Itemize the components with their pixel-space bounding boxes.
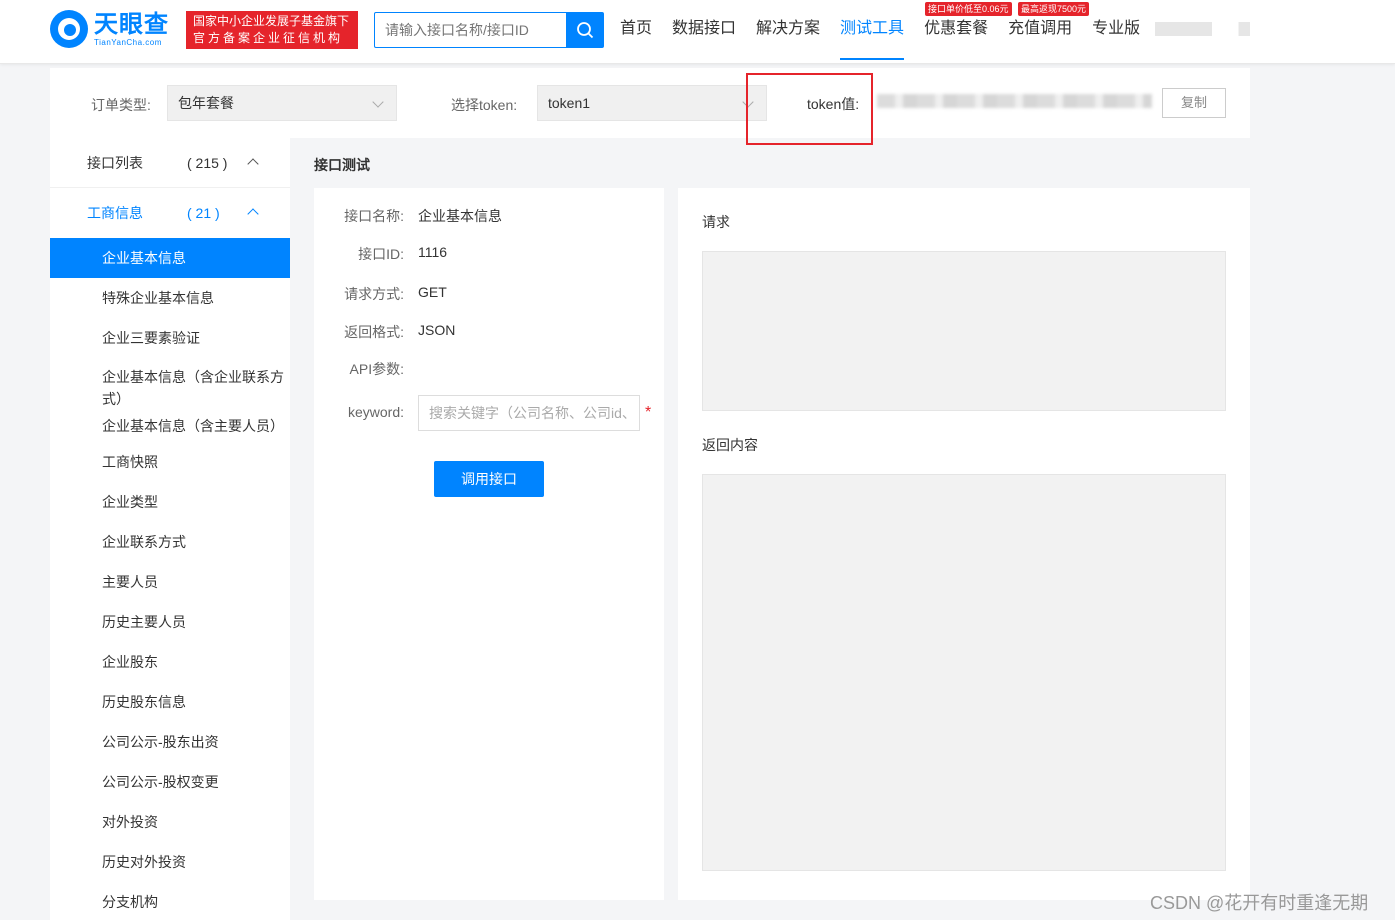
chevron-up-icon: [247, 158, 259, 170]
cashback-tag: 最高返现7500元: [1018, 2, 1090, 16]
logo-text: 天眼查: [94, 10, 169, 38]
field-label-id: 接口ID:: [358, 246, 404, 262]
field-label-params: API参数:: [349, 361, 404, 377]
nav-pro[interactable]: 专业版: [1092, 0, 1140, 60]
chevron-up-icon: [247, 208, 259, 220]
sidebar-item[interactable]: 主要人员: [50, 562, 290, 602]
group-count: ( 21 ): [187, 205, 220, 221]
group-label: 工商信息: [87, 205, 143, 221]
order-type-label: 订单类型:: [91, 97, 151, 113]
sidebar-item[interactable]: 历史股东信息: [50, 682, 290, 722]
tianyancha-logo[interactable]: 天眼查 TianYanCha.com: [50, 10, 169, 48]
token-select-value: token1: [548, 95, 591, 111]
sidebar-item[interactable]: 企业股东: [50, 642, 290, 682]
nav-solutions[interactable]: 解决方案: [756, 0, 820, 60]
sidebar-item[interactable]: 企业类型: [50, 482, 290, 522]
sidebar-item[interactable]: 工商快照: [50, 442, 290, 482]
search-box: [374, 12, 604, 48]
required-mark: *: [645, 404, 652, 421]
sidebar-item[interactable]: 公司公示-股权变更: [50, 762, 290, 802]
user-account-blurred[interactable]: [1155, 22, 1250, 36]
token-select-label: 选择token:: [451, 97, 518, 113]
sidebar-item[interactable]: 特殊企业基本信息: [50, 278, 290, 318]
sidebar-item[interactable]: 企业基本信息（含主要人员）: [50, 411, 290, 442]
response-label: 返回内容: [702, 437, 758, 453]
sidebar-item[interactable]: 企业基本信息: [50, 238, 290, 278]
section-title: 接口测试: [314, 157, 370, 173]
group-label: 接口列表: [87, 155, 143, 171]
sidebar-item[interactable]: 企业三要素验证: [50, 318, 290, 358]
sidebar-item[interactable]: 历史对外投资: [50, 842, 290, 882]
sidebar-item[interactable]: 企业基本信息（含企业联系方式）: [50, 358, 290, 411]
nav-data-api[interactable]: 数据接口: [672, 0, 736, 60]
token-select[interactable]: token1: [537, 85, 767, 121]
badge-line2: 官方备案企业征信机构: [193, 31, 344, 45]
highlight-annotation-box: [746, 73, 873, 145]
field-label-format: 返回格式:: [344, 324, 404, 340]
request-label: 请求: [702, 214, 730, 230]
search-icon: [576, 22, 593, 39]
field-label-method: 请求方式:: [344, 286, 404, 302]
sidebar-item[interactable]: 对外投资: [50, 802, 290, 842]
chevron-down-icon: [372, 96, 384, 108]
response-textarea[interactable]: [702, 474, 1226, 871]
nav-test-tools[interactable]: 测试工具: [840, 0, 905, 60]
sidebar-group-api-list[interactable]: 接口列表 ( 215 ): [50, 138, 290, 188]
api-info-panel: 接口名称: 企业基本信息 接口ID: 1116 请求方式: GET 返回格式: …: [314, 188, 664, 900]
request-response-panel: 请求 返回内容: [678, 188, 1250, 900]
sidebar-group-business-info[interactable]: 工商信息 ( 21 ): [50, 188, 290, 238]
group-count: ( 215 ): [187, 155, 228, 171]
request-textarea[interactable]: [702, 251, 1226, 411]
token-value-blurred: [877, 94, 1152, 108]
api-sidebar: 接口列表 ( 215 ) 工商信息 ( 21 ) 企业基本信息 特殊企业基本信息…: [50, 138, 290, 920]
sidebar-item[interactable]: 分支机构: [50, 882, 290, 920]
nav-home[interactable]: 首页: [620, 0, 652, 60]
sidebar-item[interactable]: 公司公示-股东出资: [50, 722, 290, 762]
field-label-name: 接口名称:: [344, 208, 404, 224]
order-type-select[interactable]: 包年套餐: [167, 85, 397, 121]
field-label-keyword: keyword:: [347, 404, 404, 420]
call-api-button[interactable]: 调用接口: [434, 461, 544, 497]
sidebar-item[interactable]: 企业联系方式: [50, 522, 290, 562]
official-badge[interactable]: 国家中小企业发展子基金旗下 官方备案企业征信机构: [186, 11, 358, 49]
badge-line1: 国家中小企业发展子基金旗下: [193, 14, 350, 28]
order-type-value: 包年套餐: [178, 95, 234, 111]
search-button[interactable]: [566, 13, 603, 47]
filter-bar: 订单类型: 包年套餐 选择token: token1 token值: 复制: [50, 68, 1250, 138]
logo-domain: TianYanCha.com: [94, 37, 162, 47]
keyword-input[interactable]: 搜索关键字（公司名称、公司id、: [418, 395, 640, 431]
search-input[interactable]: [375, 13, 567, 47]
copy-button[interactable]: 复制: [1162, 88, 1226, 118]
logo-eye-icon: [50, 10, 88, 48]
top-header: 天眼查 TianYanCha.com 国家中小企业发展子基金旗下 官方备案企业征…: [0, 0, 1395, 64]
csdn-watermark: CSDN @花开有时重逢无期: [1150, 893, 1369, 913]
sidebar-item[interactable]: 历史主要人员: [50, 602, 290, 642]
price-tag: 接口单价低至0.06元: [925, 2, 1012, 16]
